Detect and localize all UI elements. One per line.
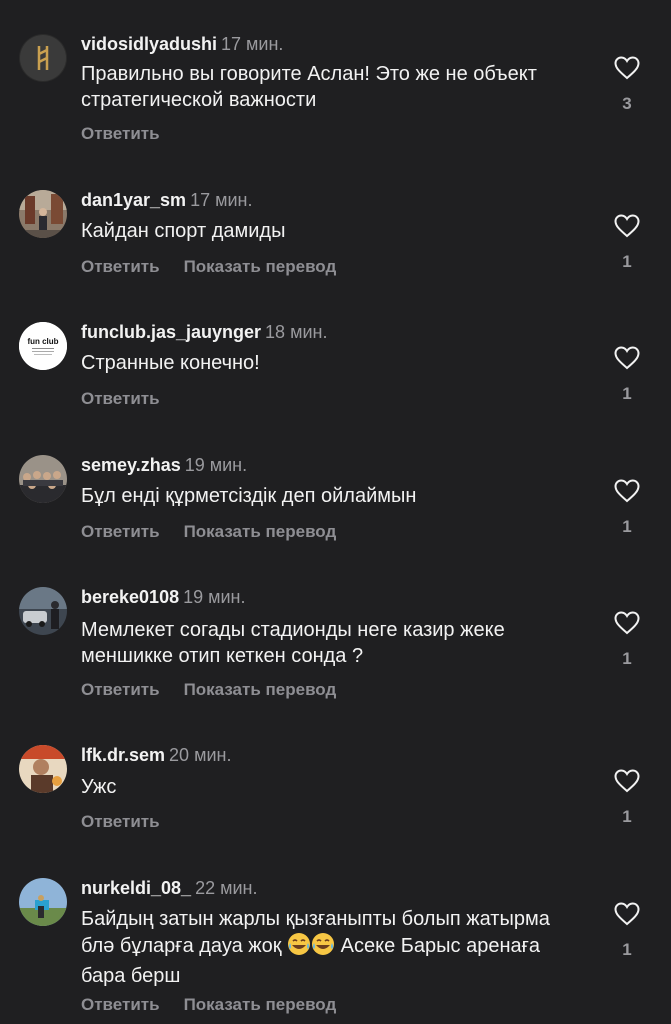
- timestamp: 20 мин.: [169, 745, 232, 765]
- username[interactable]: bereke0108: [81, 587, 179, 607]
- like-count: 1: [622, 384, 632, 403]
- reply-button[interactable]: Ответить: [81, 522, 160, 541]
- like-control: 1: [612, 214, 642, 272]
- comment-text: Мемлекет согады стадионды неге казир жек…: [81, 619, 505, 667]
- avatar[interactable]: [19, 34, 67, 82]
- like-control: 1: [612, 769, 642, 827]
- username[interactable]: vidosidlyadushi: [81, 34, 217, 54]
- reply-button[interactable]: Ответить: [81, 812, 160, 831]
- comment-header: bereke0108 19 мин.: [81, 587, 246, 608]
- comment-actions: Ответить: [81, 124, 160, 144]
- comment-actions: Ответить: [81, 812, 160, 832]
- like-count: 1: [622, 649, 632, 668]
- avatar[interactable]: [19, 190, 67, 238]
- comment-text: Байдың затын жарлы қызғаныпты болып жаты…: [81, 906, 576, 989]
- heart-outline-icon[interactable]: [614, 479, 640, 503]
- like-control: 1: [612, 346, 642, 404]
- avatar[interactable]: [19, 455, 67, 503]
- like-count: 1: [622, 940, 632, 959]
- translate-button[interactable]: Показать перевод: [184, 995, 337, 1014]
- avatar[interactable]: [19, 745, 67, 793]
- like-count: 1: [622, 517, 632, 536]
- comment-header: vidosidlyadushi 17 мин.: [81, 34, 283, 55]
- like-count: 3: [622, 94, 632, 113]
- like-control: 1: [612, 902, 642, 960]
- avatar[interactable]: [19, 878, 67, 926]
- face-with-tears-of-joy-icon: [287, 932, 311, 963]
- heart-outline-icon[interactable]: [614, 769, 640, 793]
- comment-text: Ужс: [81, 776, 117, 798]
- timestamp: 18 мин.: [265, 322, 328, 342]
- timestamp: 17 мин.: [190, 190, 253, 210]
- avatar[interactable]: fun club: [19, 322, 67, 370]
- comment-header: nurkeldi_08_ 22 мин.: [81, 878, 257, 899]
- username[interactable]: dan1yar_sm: [81, 190, 186, 210]
- comment-text: Правильно вы говорите Аслан! Это же не о…: [81, 63, 537, 111]
- heart-outline-icon[interactable]: [614, 902, 640, 926]
- username[interactable]: semey.zhas: [81, 455, 181, 475]
- reply-button[interactable]: Ответить: [81, 124, 160, 143]
- reply-button[interactable]: Ответить: [81, 995, 160, 1014]
- reply-button[interactable]: Ответить: [81, 680, 160, 699]
- comment-text: Бұл енді құрметсіздік деп ойлаймын: [81, 485, 417, 507]
- username[interactable]: nurkeldi_08_: [81, 878, 191, 898]
- comment-header: dan1yar_sm 17 мин.: [81, 190, 252, 211]
- username[interactable]: lfk.dr.sem: [81, 745, 165, 765]
- comment-header: lfk.dr.sem 20 мин.: [81, 745, 231, 766]
- username[interactable]: funclub.jas_jauynger: [81, 322, 261, 342]
- like-control: 3: [612, 56, 642, 114]
- comment-text: Странные конечно!: [81, 352, 260, 374]
- heart-outline-icon[interactable]: [614, 611, 640, 635]
- like-count: 1: [622, 807, 632, 826]
- comment-header: semey.zhas 19 мин.: [81, 455, 247, 476]
- like-control: 1: [612, 611, 642, 669]
- face-with-tears-of-joy-icon: [311, 932, 335, 963]
- avatar-logo-text: fun club: [27, 337, 58, 346]
- comment-header: funclub.jas_jauynger 18 мин.: [81, 322, 327, 343]
- avatar[interactable]: [19, 587, 67, 635]
- timestamp: 22 мин.: [195, 878, 258, 898]
- comment-actions: Ответить: [81, 389, 160, 409]
- heart-outline-icon[interactable]: [614, 214, 640, 238]
- timestamp: 19 мин.: [183, 587, 246, 607]
- heart-outline-icon[interactable]: [614, 56, 640, 80]
- comment-text: Кайдан спорт дамиды: [81, 220, 286, 242]
- translate-button[interactable]: Показать перевод: [184, 522, 337, 541]
- comment-actions: Ответить Показать перевод: [81, 680, 336, 700]
- translate-button[interactable]: Показать перевод: [184, 257, 337, 276]
- timestamp: 17 мин.: [221, 34, 284, 54]
- reply-button[interactable]: Ответить: [81, 257, 160, 276]
- like-count: 1: [622, 252, 632, 271]
- like-control: 1: [612, 479, 642, 537]
- comment-actions: Ответить Показать перевод: [81, 522, 336, 542]
- comment-actions: Ответить Показать перевод: [81, 257, 336, 277]
- timestamp: 19 мин.: [184, 455, 248, 475]
- translate-button[interactable]: Показать перевод: [184, 680, 337, 699]
- reply-button[interactable]: Ответить: [81, 389, 160, 408]
- comment-actions: Ответить Показать перевод: [81, 995, 336, 1015]
- heart-outline-icon[interactable]: [614, 346, 640, 370]
